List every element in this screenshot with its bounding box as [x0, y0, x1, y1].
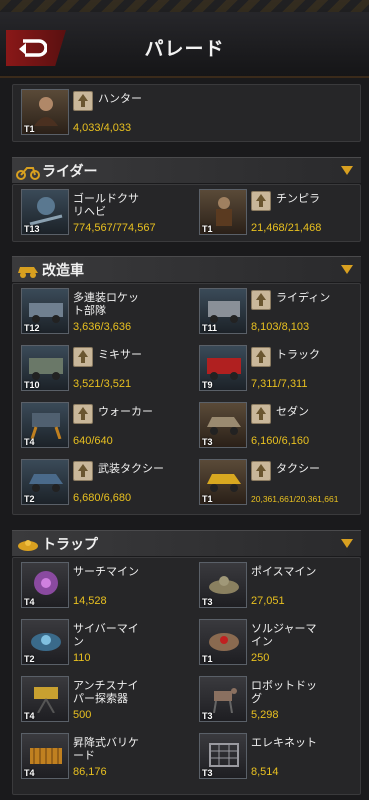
page-title: パレード: [144, 38, 225, 60]
section-header-traps[interactable]: トラップ: [12, 530, 361, 556]
hazard-stripe: [0, 0, 369, 12]
unit-vehicle-1[interactable]: T11 ライディン 8,103/8,103: [199, 288, 369, 338]
motorcycle-icon: [16, 167, 40, 180]
collapse-arrow-icon[interactable]: [341, 265, 353, 274]
collapse-arrow-icon[interactable]: [341, 539, 353, 548]
unit-vehicle-5[interactable]: T3 セダン 6,160/6,160: [199, 402, 369, 452]
trap-portrait: T4: [21, 676, 69, 722]
traps-panel: T4 サーチマイン 14,528 T3 ポイスマイン 27,051 T2 サイバ…: [12, 557, 361, 795]
unit-trap-2[interactable]: T2 サイバーマイ ン 110: [21, 619, 191, 669]
unit-rider-0[interactable]: T13 ゴールドクサ リヘビ 774,567/774,567: [21, 189, 191, 239]
rider-portrait: T1: [199, 189, 247, 235]
vehicle-portrait: T10: [21, 345, 69, 391]
upgrade-icon[interactable]: [73, 461, 93, 481]
trap-portrait: T3: [199, 733, 247, 779]
vehicle-portrait: T3: [199, 402, 247, 448]
rider-portrait: T13: [21, 189, 69, 235]
unit-rider-1[interactable]: T1 チンピラ 21,468/21,468: [199, 189, 369, 239]
vehicle-portrait: T9: [199, 345, 247, 391]
trap-portrait: T3: [199, 676, 247, 722]
unit-vehicle-7[interactable]: T1 タクシー 20,361,661/20,361,661: [199, 459, 369, 509]
trap-portrait: T1: [199, 619, 247, 665]
unit-trap-5[interactable]: T3 ロボットドッ グ 5,298: [199, 676, 369, 726]
upgrade-icon[interactable]: [73, 347, 93, 367]
trap-portrait: T4: [21, 562, 69, 608]
hero-panel: T1 ハンター 4,033/4,033: [12, 84, 361, 142]
upgrade-icon[interactable]: [251, 404, 271, 424]
vehicle-portrait: T12: [21, 288, 69, 334]
section-header-vehicles[interactable]: 改造車: [12, 256, 361, 282]
upgrade-icon[interactable]: [251, 347, 271, 367]
unit-trap-1[interactable]: T3 ポイスマイン 27,051: [199, 562, 369, 612]
upgrade-icon[interactable]: [251, 191, 271, 211]
unit-hunter[interactable]: T1 ハンター 4,033/4,033: [21, 89, 191, 139]
vehicle-portrait: T1: [199, 459, 247, 505]
unit-trap-7[interactable]: T3 エレキネット 8,514: [199, 733, 369, 783]
upgrade-icon[interactable]: [251, 290, 271, 310]
riders-panel: T13 ゴールドクサ リヘビ 774,567/774,567 T1 チンピラ 2…: [12, 184, 361, 242]
unit-vehicle-3[interactable]: T9 トラック 7,311/7,311: [199, 345, 369, 395]
upgrade-icon[interactable]: [73, 404, 93, 424]
unit-vehicle-2[interactable]: T10 ミキサー 3,521/3,521: [21, 345, 191, 395]
unit-vehicle-6[interactable]: T2 武装タクシー 6,680/6,680: [21, 459, 191, 509]
unit-trap-0[interactable]: T4 サーチマイン 14,528: [21, 562, 191, 612]
hunter-portrait: T1: [21, 89, 69, 135]
vehicles-panel: T12 多連装ロケッ ト部隊 3,636/3,636 T11 ライディン 8,1…: [12, 283, 361, 515]
unit-trap-4[interactable]: T4 アンチスナイ パー探索器 500: [21, 676, 191, 726]
section-header-riders[interactable]: ライダー: [12, 157, 361, 183]
vehicle-portrait: T11: [199, 288, 247, 334]
unit-vehicle-0[interactable]: T12 多連装ロケッ ト部隊 3,636/3,636: [21, 288, 191, 338]
collapse-arrow-icon[interactable]: [341, 166, 353, 175]
vehicle-portrait: T2: [21, 459, 69, 505]
trap-portrait: T4: [21, 733, 69, 779]
vehicle-portrait: T4: [21, 402, 69, 448]
trap-portrait: T3: [199, 562, 247, 608]
unit-vehicle-4[interactable]: T4 ウォーカー 640/640: [21, 402, 191, 452]
unit-trap-3[interactable]: T1 ソルジャーマ イン 250: [199, 619, 369, 669]
unit-trap-6[interactable]: T4 昇降式バリケ ード 86,176: [21, 733, 191, 783]
upgrade-icon[interactable]: [251, 461, 271, 481]
car-icon: [18, 267, 38, 278]
mine-icon: [18, 540, 38, 551]
trap-portrait: T2: [21, 619, 69, 665]
upgrade-icon[interactable]: [73, 91, 93, 111]
header-bar: パレード: [0, 0, 369, 78]
